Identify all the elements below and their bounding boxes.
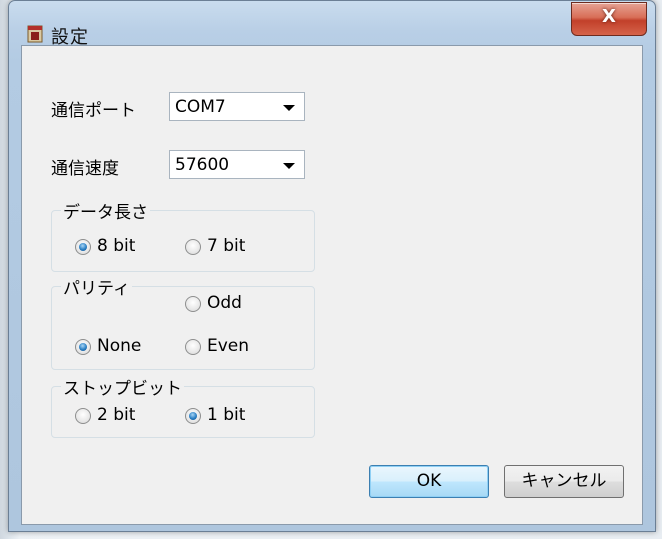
ok-button[interactable]: OK: [369, 465, 489, 498]
radio-even[interactable]: [185, 339, 201, 355]
port-label: 通信ポート: [51, 101, 136, 121]
parity-group-title: パリティ: [61, 274, 132, 299]
speed-select-value: 57600: [175, 155, 230, 175]
chevron-down-icon[interactable]: [283, 163, 295, 169]
radio-none[interactable]: [75, 339, 91, 355]
radio-1bit-label[interactable]: 1 bit: [207, 405, 245, 425]
radio-8bit-label[interactable]: 8 bit: [97, 236, 135, 256]
app-icon: [27, 25, 43, 43]
settings-dialog: 設定 X 通信ポート COM7 通信速度 57600 データ長さ 8 bit 7…: [8, 0, 656, 532]
radio-odd-label[interactable]: Odd: [207, 293, 242, 313]
radio-7bit-label[interactable]: 7 bit: [207, 236, 245, 256]
radio-2bit-label[interactable]: 2 bit: [97, 405, 135, 425]
radio-1bit[interactable]: [185, 408, 201, 424]
close-button[interactable]: X: [571, 2, 647, 36]
chevron-down-icon[interactable]: [283, 105, 295, 111]
port-select-value: COM7: [175, 97, 226, 117]
close-icon: X: [602, 6, 616, 27]
port-select[interactable]: COM7: [169, 92, 305, 121]
speed-label: 通信速度: [51, 159, 119, 179]
cancel-button[interactable]: キャンセル: [504, 465, 624, 498]
title-bar[interactable]: 設定 X: [9, 1, 655, 48]
radio-none-label[interactable]: None: [97, 336, 141, 356]
dialog-body: 通信ポート COM7 通信速度 57600 データ長さ 8 bit 7 bit …: [21, 45, 643, 525]
radio-even-label[interactable]: Even: [207, 336, 249, 356]
radio-2bit[interactable]: [75, 408, 91, 424]
radio-7bit[interactable]: [185, 239, 201, 255]
radio-odd[interactable]: [185, 296, 201, 312]
radio-8bit[interactable]: [75, 239, 91, 255]
speed-select[interactable]: 57600: [169, 150, 305, 179]
stop-bit-group-title: ストップビット: [61, 374, 184, 399]
data-length-group-title: データ長さ: [61, 198, 150, 223]
